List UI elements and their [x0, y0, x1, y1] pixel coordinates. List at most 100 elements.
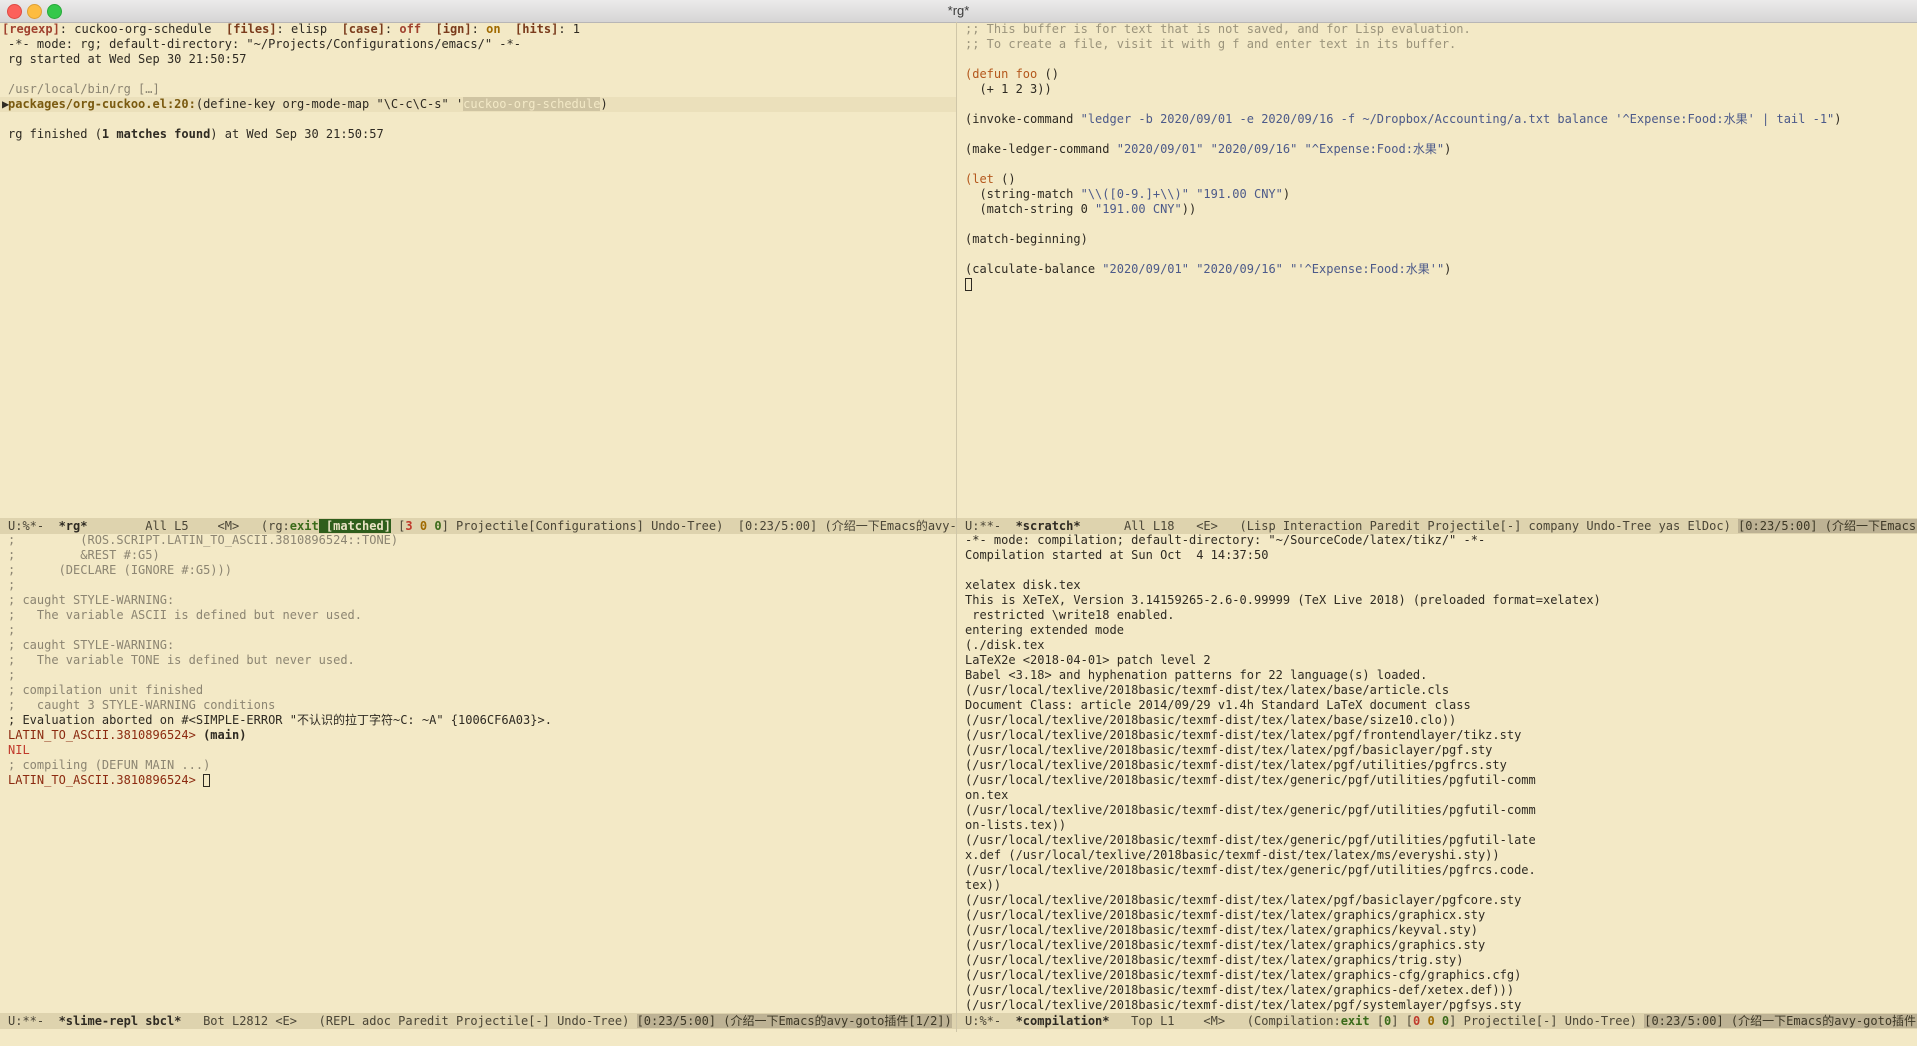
regexp-label: [regexp] [2, 22, 60, 36]
compilation-line: -*- mode: compilation; default-directory… [965, 533, 1486, 547]
modeline-buffer-name[interactable]: *slime-repl sbcl* [59, 1014, 182, 1028]
code-string: "2020/09/01" "2020/09/16" "^Expense:Food… [1116, 142, 1445, 156]
compilation-line: Compilation started at Sun Oct 4 14:37:5… [965, 548, 1269, 562]
compilation-line: (/usr/local/texlive/2018basic/texmf-dist… [965, 773, 1536, 787]
rg-buffer[interactable]: [regexp]: cuckoo-org-schedule [files]: e… [0, 22, 956, 518]
code-string: "2020/09/01" "2020/09/16" "'^Expense:Foo… [1102, 262, 1445, 276]
modeline-timer: [0:23/5:00] (介绍一下Emacs的avy-goto插件[1/2]) [1644, 1014, 1917, 1028]
rg-command-line[interactable]: /usr/local/bin/rg […] [8, 82, 956, 97]
compilation-line: Document Class: article 2014/09/29 v1.4h… [965, 698, 1471, 712]
text-cursor [203, 774, 211, 787]
repl-output-line: ; caught STYLE-WARNING: [8, 593, 175, 607]
compilation-line: tex)) [965, 878, 1002, 892]
scratch-comment: ;; This buffer is for text that is not s… [965, 22, 1471, 36]
repl-prompt: LATIN_TO_ASCII.3810896524> [8, 773, 204, 787]
rg-match-line[interactable]: ▶ packages/org-cuckoo.el:20:(define-key o… [0, 97, 956, 112]
repl-output-line: ; caught STYLE-WARNING: [8, 638, 175, 652]
files-value: : elisp [276, 22, 328, 36]
code-pre: (string-match [965, 187, 1081, 201]
warning-count: 0 [1427, 1014, 1435, 1028]
window-titlebar: *rg* [0, 0, 1917, 23]
error-count: 3 [405, 519, 413, 533]
files-label: [files] [211, 22, 277, 36]
finished-post: ) at Wed Sep 30 21:50:57 [210, 127, 384, 141]
code-pre: (match-string 0 [965, 202, 1096, 216]
rg-finished-line: rg finished (1 matches found) at Wed Sep… [8, 127, 956, 142]
case-sep: : [384, 22, 400, 36]
compilation-line: LaTeX2e <2018-04-01> patch level 2 [965, 653, 1211, 667]
case-toggle[interactable]: off [399, 22, 421, 36]
case-label: [case] [327, 22, 385, 36]
slime-modeline[interactable]: U:**- *slime-repl sbcl* Bot L2812 <E> (R… [0, 1013, 956, 1029]
compilation-line: (/usr/local/texlive/2018basic/texmf-dist… [965, 803, 1536, 817]
code-string: "191.00 CNY" [1095, 202, 1182, 216]
repl-output-line: ; (ROS.SCRIPT.LATIN_TO_ASCII.3810896524:… [8, 533, 399, 547]
ign-sep: : [471, 22, 487, 36]
repl-output-line: ; (DECLARE (IGNORE #:G5))) [8, 563, 232, 577]
match-file-link[interactable]: packages/org-cuckoo.el [8, 97, 167, 111]
code-string: "\\([0-9.]+\\)" "191.00 CNY" [1080, 187, 1283, 201]
match-highlight[interactable]: cuckoo-org-schedule [463, 97, 601, 111]
match-line-number[interactable]: :20: [167, 97, 196, 111]
ign-label: [ign] [421, 22, 472, 36]
compilation-line: (/usr/local/texlive/2018basic/texmf-dist… [965, 758, 1507, 772]
modeline-buffer-name[interactable]: *rg* [59, 519, 88, 533]
repl-output-line: ; The variable TONE is defined but never… [8, 653, 355, 667]
hits-value: : 1 [558, 22, 581, 36]
modeline-modes: Bot L2812 <E> (REPL adoc Paredit Project… [181, 1014, 637, 1028]
compilation-line [965, 563, 1917, 578]
scratch-buffer[interactable]: ;; This buffer is for text that is not s… [957, 22, 1917, 518]
code-line: (defun foo () [965, 67, 1917, 82]
compilation-buffer[interactable]: -*- mode: compilation; default-directory… [957, 533, 1917, 1012]
modeline-status: U:**- [965, 519, 1016, 533]
rg-modeline[interactable]: U:%*- *rg* All L5 <M> (rg:exit [matched]… [0, 518, 956, 534]
modeline-timer: [0:23/5:00] (介绍一下Emacs的avy-goto插件[1/2]) [636, 1014, 952, 1028]
compilation-line: (/usr/local/texlive/2018basic/texmf-dist… [965, 923, 1478, 937]
modeline-status: U:%*- [8, 519, 59, 533]
compilation-output: -*- mode: compilation; default-directory… [965, 533, 1917, 1012]
code-line: (make-ledger-command "2020/09/01" "2020/… [965, 142, 1917, 157]
repl-output-line: ; Evaluation aborted on #<SIMPLE-ERROR "… [8, 713, 552, 727]
modeline-exit: exit [289, 519, 319, 533]
repl-prompt-line[interactable]: LATIN_TO_ASCII.3810896524> [8, 773, 956, 788]
modeline-modes: ] Projectile[-] Undo-Tree) [1449, 1014, 1645, 1028]
modeline-status: U:%*- [965, 1014, 1016, 1028]
code-post: ) [1282, 187, 1291, 201]
modeline-timer: [0:23/5:00] (介绍一下Emacs的avy-goto插件[1/2]) [1738, 519, 1917, 533]
ign-toggle[interactable]: on [486, 22, 500, 36]
scratch-modeline[interactable]: U:**- *scratch* All L18 <E> (Lisp Intera… [957, 518, 1917, 534]
modeline-buffer-name[interactable]: *compilation* [1016, 1014, 1110, 1028]
code-pre: (make-ledger-command [965, 142, 1117, 156]
rg-started-line: rg started at Wed Sep 30 21:50:57 [8, 52, 247, 66]
compilation-modeline[interactable]: U:%*- *compilation* Top L1 <M> (Compilat… [957, 1013, 1917, 1029]
code-line: (invoke-command "ledger -b 2020/09/01 -e… [965, 112, 1917, 127]
defun-args: () [1037, 67, 1059, 81]
code-post: ) [1444, 262, 1452, 276]
modeline-counts-pre: [ [1369, 1014, 1385, 1028]
window-title: *rg* [947, 3, 970, 18]
modeline-counts-mid: ] [ [1391, 1014, 1413, 1028]
modeline-matched: [matched] [318, 519, 391, 533]
compilation-line: (/usr/local/texlive/2018basic/texmf-dist… [965, 728, 1522, 742]
modeline-timer: [0:23/5:00] (介绍一下Emacs的avy-goto插件[1/2]) [737, 519, 956, 533]
finished-count: 1 matches found [101, 127, 211, 141]
repl-output-line: ; compiling (DEFUN MAIN ...) [8, 758, 211, 772]
repl-output-line: ; &REST #:G5) [8, 548, 160, 562]
slime-repl-buffer[interactable]: ; (ROS.SCRIPT.LATIN_TO_ASCII.3810896524:… [0, 533, 956, 1012]
modeline-counts-pre: [ [390, 519, 406, 533]
repl-output-line: ; [8, 668, 16, 682]
modeline-buffer-name[interactable]: *scratch* [1016, 519, 1081, 533]
compilation-line: This is XeTeX, Version 3.14159265-2.6-0.… [965, 593, 1601, 607]
compilation-line: (/usr/local/texlive/2018basic/texmf-dist… [965, 908, 1486, 922]
modeline-modes: All L18 <E> (Lisp Interaction Paredit Pr… [1080, 519, 1739, 533]
scratch-comment: ;; To create a file, visit it with g f a… [965, 37, 1457, 51]
compilation-line: (/usr/local/texlive/2018basic/texmf-dist… [965, 743, 1493, 757]
defun-keyword: (defun [965, 67, 1009, 81]
text-cursor [965, 278, 972, 291]
